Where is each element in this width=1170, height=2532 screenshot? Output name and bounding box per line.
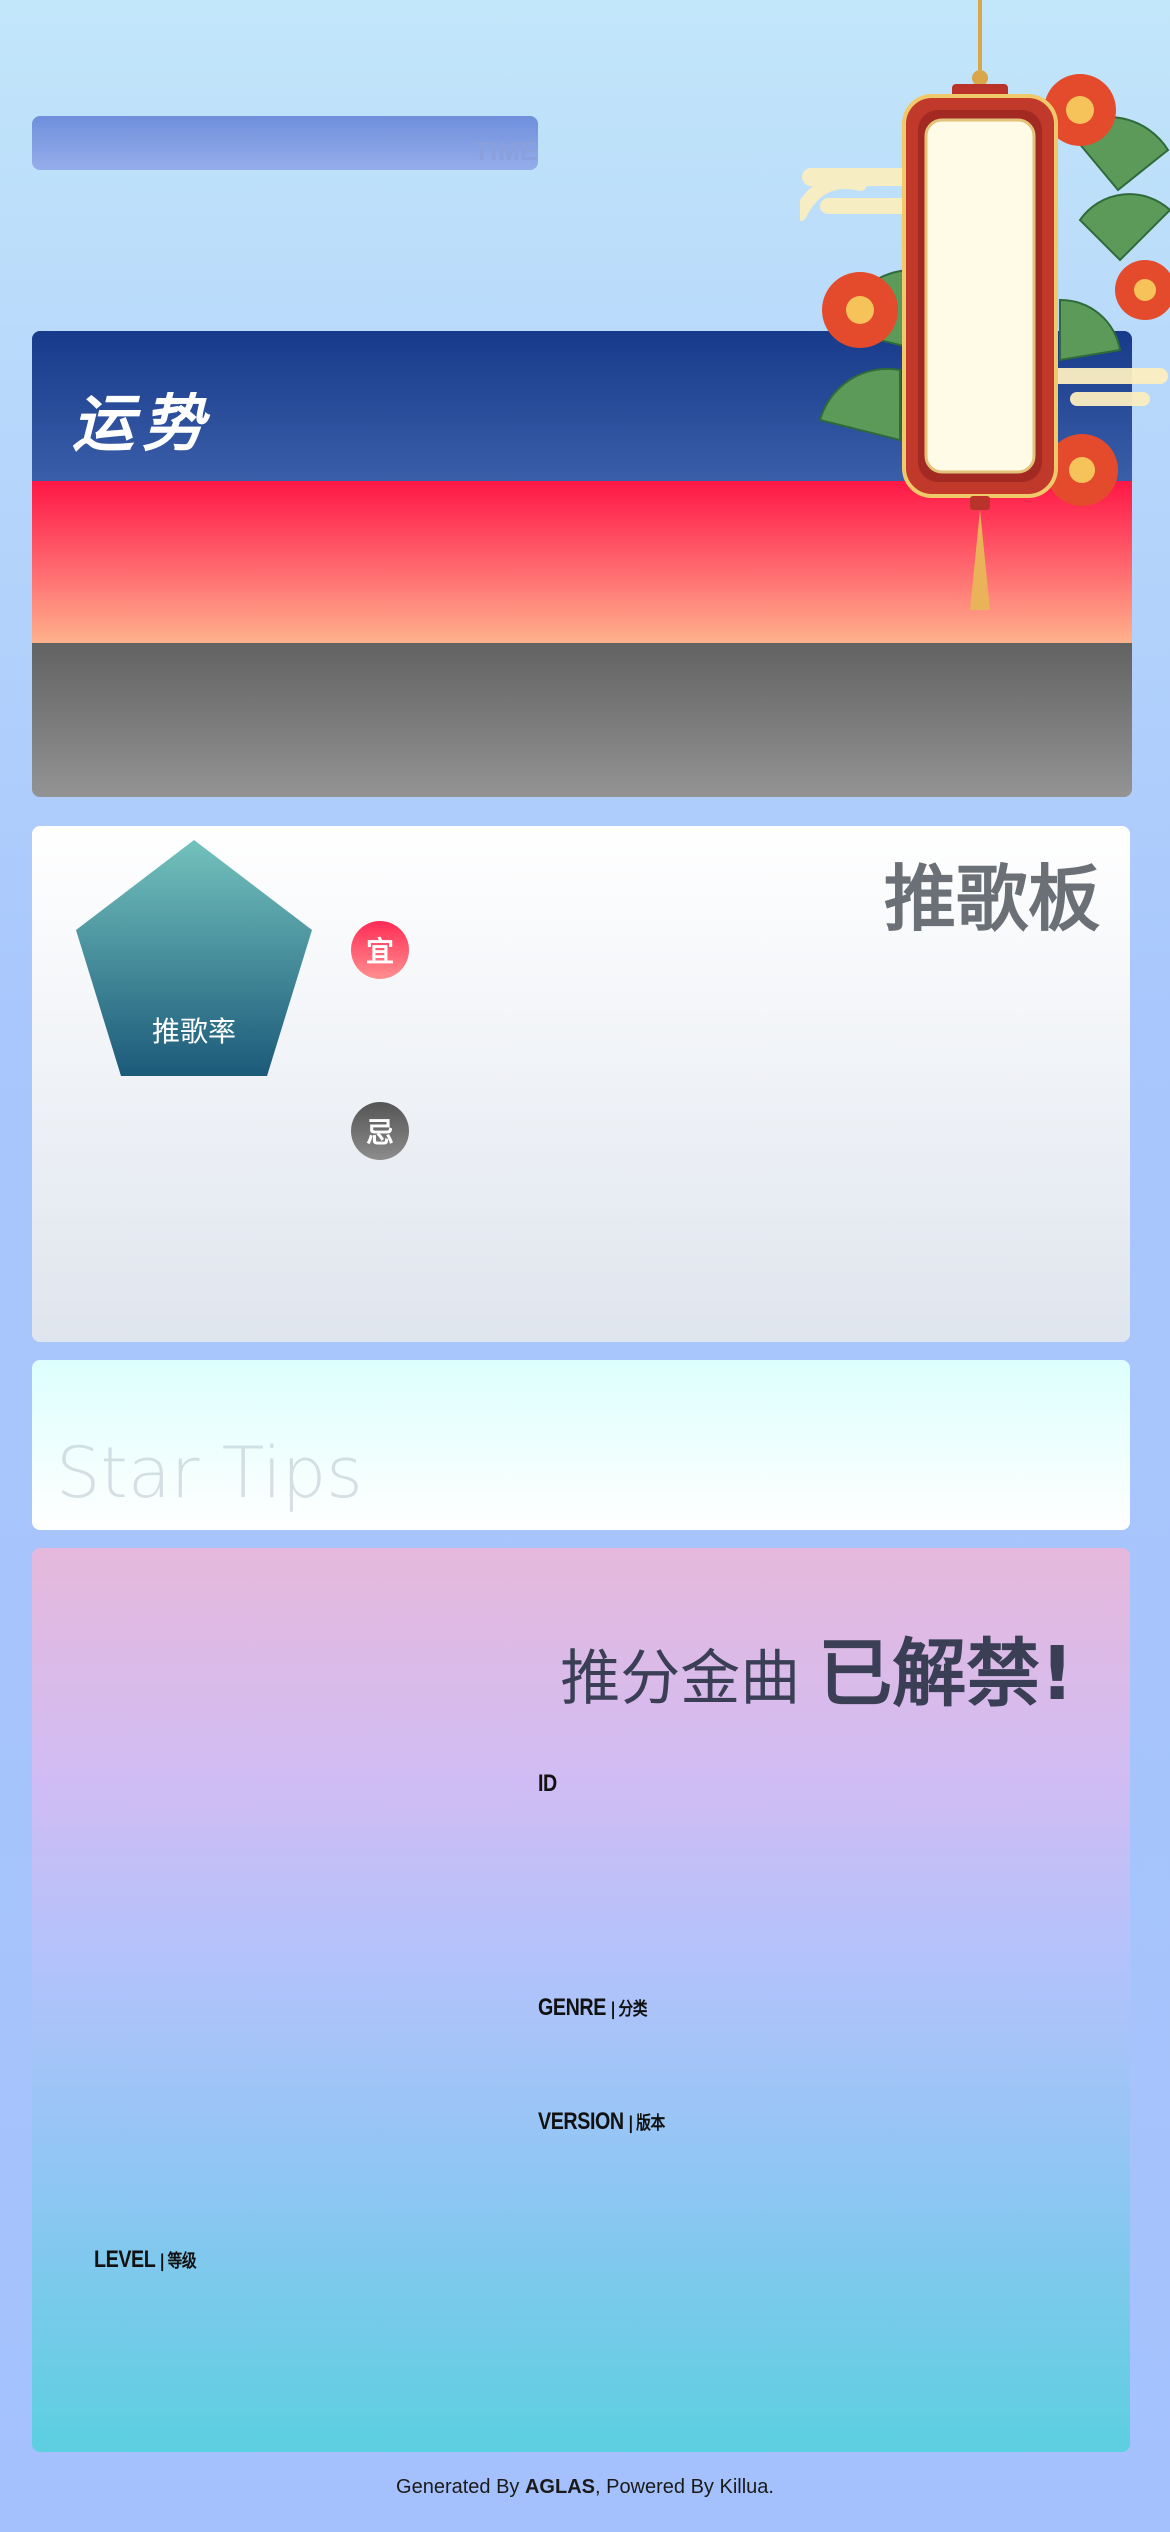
bad-badge: 忌 bbox=[351, 1102, 409, 1160]
song-genre-label: GENRE | 分类 bbox=[538, 1994, 648, 2022]
song-level-label-text: LEVEL bbox=[94, 2246, 156, 2273]
song-heading-sub: 推分金曲 bbox=[560, 1644, 801, 1714]
song-version-label: VERSION | 版本 bbox=[538, 2108, 665, 2136]
recommend-rate-pentagon: 推歌率 bbox=[76, 840, 312, 1076]
recommend-title: 推歌板 bbox=[883, 857, 1100, 941]
footer-brand: AGLAS bbox=[524, 2476, 595, 2498]
star-tips-card: Star Tips bbox=[32, 1360, 1130, 1530]
recommend-rate-label: 推歌率 bbox=[151, 1015, 236, 1048]
time-label: TIME bbox=[473, 136, 538, 166]
song-version-label-text: VERSION bbox=[538, 2108, 624, 2135]
hanging-lantern-icon bbox=[800, 0, 1170, 610]
fortune-title: 运势 bbox=[72, 387, 213, 460]
song-version-label-cn: | 版本 bbox=[628, 2113, 666, 2133]
footer-suffix: , Powered By Killua. bbox=[594, 2476, 774, 2498]
song-id-label-text: ID bbox=[538, 1770, 557, 1797]
star-tips-title: Star Tips bbox=[56, 1432, 363, 1514]
song-level-label: LEVEL | 等级 bbox=[94, 2246, 197, 2274]
footer: Generated By AGLAS, Powered By Killua. bbox=[0, 2476, 1170, 2499]
song-genre-label-cn: | 分类 bbox=[611, 1999, 648, 2019]
song-level-label-cn: | 等级 bbox=[160, 2251, 197, 2271]
good-badge: 宜 bbox=[351, 921, 409, 979]
song-id-label: ID bbox=[538, 1770, 557, 1798]
footer-prefix: Generated By bbox=[396, 2476, 525, 2498]
song-heading: 推分金曲 已解禁! bbox=[560, 1614, 1074, 1721]
time-bar: TIME bbox=[32, 116, 538, 170]
recommend-card: 推歌板 推歌率 宜 忌 bbox=[32, 826, 1130, 1342]
song-card: 推分金曲 已解禁! ID GENRE | 分类 VERSION | 版本 LEV… bbox=[32, 1548, 1130, 2452]
song-genre-label-text: GENRE bbox=[538, 1994, 606, 2021]
fortune-bad-band: 忌 bbox=[32, 643, 1132, 797]
song-heading-main: 已解禁! bbox=[818, 1631, 1074, 1717]
